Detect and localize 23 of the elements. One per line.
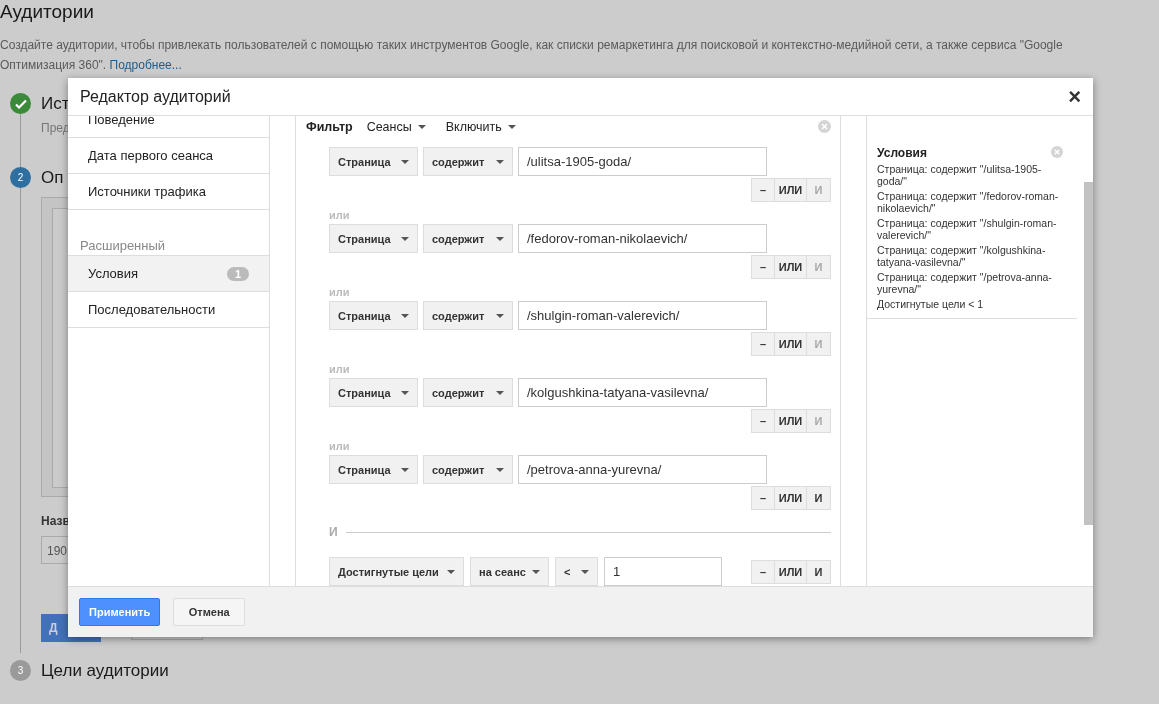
step-number: 3: [10, 660, 31, 681]
filter-label: Фильтр: [306, 120, 353, 134]
page-title: Аудитории: [0, 0, 95, 23]
and-label: И: [329, 525, 338, 539]
page-description: Создайте аудитории, чтобы привлекать пользователей с помощью таких инструментов Google, как списки ремаркетинга для поисковой и контекстно-медийной сети, а также сервиса "Google Оптимизация 360". Подробнее...: [0, 37, 1064, 74]
step-title: Оп: [41, 167, 65, 189]
summary-line: Страница: содержит "/fedorov-roman-nikolaevich/": [877, 190, 1060, 214]
summary-line: Страница: содержит "/kolgushkina-tatyana-vasilevna/": [877, 244, 1047, 268]
summary-line: Страница: содержит "/petrova-anna-yurevna/": [877, 271, 1053, 295]
step-title: Ист: [41, 93, 70, 115]
or-label: или: [329, 440, 351, 452]
summary-line: Страница: содержит "/shulgin-roman-valerevich/": [877, 217, 1058, 241]
summary-title: Условия: [877, 146, 927, 160]
name-label: Назв: [41, 514, 71, 528]
or-label: или: [329, 363, 351, 375]
step-number: 2: [10, 167, 31, 188]
dialog-title: Редактор аудиторий: [80, 87, 231, 106]
summary-line: Страница: содержит "/ulitsa-1905-goda/": [877, 163, 1043, 187]
summary-line: Достигнутые цели < 1: [877, 298, 985, 310]
step-title: Цели аудитории: [41, 660, 169, 681]
or-label: или: [329, 209, 351, 221]
count-badge: 1: [226, 266, 249, 281]
or-label: или: [329, 286, 351, 298]
